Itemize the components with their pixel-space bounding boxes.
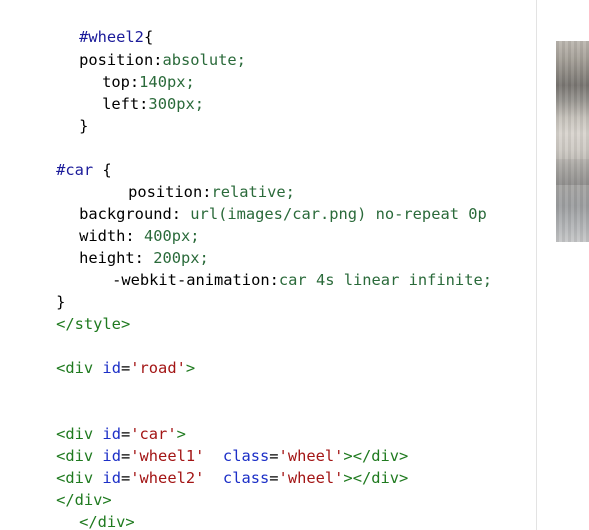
code-line: <div id='wheel2' class='wheel'></div>	[19, 445, 408, 487]
code-line: </div>	[42, 489, 135, 530]
html-string: 'road'	[130, 359, 186, 377]
code-line: position:absolute;	[42, 27, 246, 69]
code-line: height: 200px;	[42, 225, 209, 267]
code-line: left:300px;	[65, 71, 204, 113]
html-string: 'wheel'	[278, 469, 344, 487]
css-property: -webkit-animation:	[112, 271, 279, 289]
code-line: </style>	[19, 291, 130, 333]
html-tag: >	[185, 359, 196, 377]
code-line: -webkit-animation:car 4s linear infinite…	[75, 247, 492, 289]
html-string: 'wheel2'	[130, 469, 205, 487]
html-tag: </style>	[56, 315, 131, 333]
code-line: #car {	[19, 137, 112, 179]
code-editor[interactable]: #wheel2{ position:absolute; top:140px; l…	[0, 0, 536, 530]
code-line: <div id='road'>	[19, 335, 195, 377]
preview-pane	[537, 0, 589, 530]
html-equals: =	[269, 469, 279, 487]
code-line: </div>	[19, 467, 112, 509]
code-line: background: url(images/car.png) no-repea…	[42, 181, 487, 223]
code-line: }	[42, 93, 88, 135]
html-equals: =	[120, 469, 131, 487]
code-line: position:relative;	[91, 159, 295, 201]
code-line: top:140px;	[65, 49, 195, 91]
css-selector: #car	[56, 161, 94, 179]
html-attribute: id	[93, 359, 121, 377]
css-value: url(images/car.png) no-repeat 0p	[181, 205, 487, 223]
code-line: <div id='car'>	[19, 401, 186, 443]
html-equals: =	[120, 359, 131, 377]
html-tag: </div>	[79, 513, 135, 530]
html-attribute: class	[204, 469, 270, 487]
preview-road-image	[556, 41, 589, 242]
css-property: left:	[102, 95, 149, 113]
code-line: #wheel2{	[42, 4, 153, 46]
css-value: 300px;	[148, 95, 205, 113]
css-brace: }	[79, 117, 89, 135]
code-line: width: 400px;	[42, 203, 199, 245]
html-tag: <div	[56, 359, 94, 377]
code-line: <div id='wheel1' class='wheel'></div>	[19, 423, 408, 465]
code-line: }	[19, 269, 65, 311]
html-tag: ></div>	[343, 469, 409, 487]
css-value: car 4s linear infinite;	[278, 271, 492, 289]
